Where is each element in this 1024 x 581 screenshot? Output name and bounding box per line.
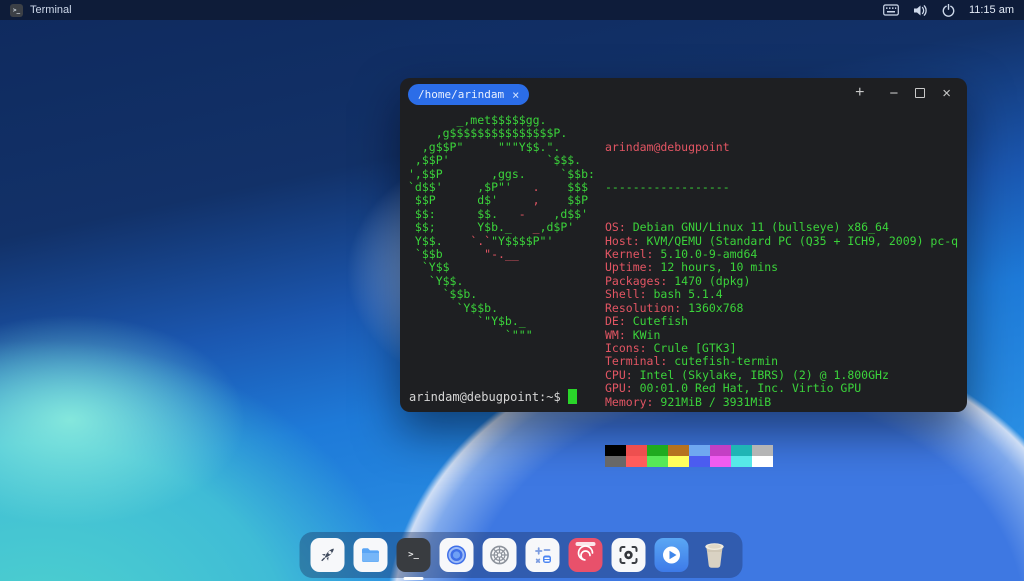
dock-item-screenshot[interactable] [612, 538, 646, 572]
dock-item-launcher[interactable] [311, 538, 345, 572]
dock-item-trash[interactable] [698, 538, 732, 572]
settings-wheel-icon [483, 538, 517, 572]
minimize-button[interactable]: − [889, 86, 898, 101]
terminal-content[interactable]: _,met$$$$$gg. ,g$$$$$$$$$$$$$$$P. ,g$$P"… [400, 110, 967, 494]
dock-item-video-player[interactable] [655, 538, 689, 572]
prompt-text: arindam@debugpoint:~$ [409, 390, 561, 404]
neofetch-field: WM: KWin [605, 329, 959, 342]
neofetch-field: Kernel: 5.10.0-9-amd64 [605, 248, 959, 261]
neofetch-field: GPU: 00:01.0 Red Hat, Inc. Virtio GPU [605, 382, 959, 395]
launcher-icon [311, 538, 345, 572]
neofetch-field: Icons: Crule [GTK3] [605, 342, 959, 355]
terminal-cursor [568, 389, 577, 404]
running-indicator [404, 577, 424, 580]
active-app: >_ Terminal [10, 4, 72, 17]
neofetch-field: Host: KVM/QEMU (Standard PC (Q35 + ICH9,… [605, 235, 959, 248]
neofetch-field: Terminal: cutefish-termin [605, 355, 959, 368]
neofetch-field: Packages: 1470 (dpkg) [605, 275, 959, 288]
terminal-icon: >_ [397, 538, 431, 572]
top-bar: >_ Terminal 11:15 am [0, 0, 1024, 20]
tab-close-icon[interactable]: × [512, 89, 519, 101]
debian-spiral-icon [569, 538, 603, 572]
folder-icon [354, 538, 388, 572]
dock-item-browser[interactable] [440, 538, 474, 572]
neofetch-separator: ------------------ [605, 181, 959, 194]
calculator-icon [526, 538, 560, 572]
terminal-window: /home/arindam × + − × _,met$$$$$gg. ,g$$… [400, 78, 967, 412]
clock[interactable]: 11:15 am [969, 4, 1014, 16]
terminal-color-palette [605, 445, 959, 467]
neofetch-field: Resolution: 1360x768 [605, 302, 959, 315]
dock-item-debian-installer[interactable] [569, 538, 603, 572]
dock-item-calculator[interactable] [526, 538, 560, 572]
shell-prompt[interactable]: arindam@debugpoint:~$ [409, 389, 577, 404]
neofetch-field: CPU: Intel (Skylake, IBRS) (2) @ 1.800GH… [605, 369, 959, 382]
keyboard-icon[interactable] [883, 4, 899, 16]
terminal-app-icon: >_ [10, 4, 23, 17]
maximize-button[interactable] [915, 88, 925, 98]
neofetch-field: Uptime: 12 hours, 10 mins [605, 261, 959, 274]
volume-icon[interactable] [913, 4, 928, 17]
screenshot-icon [612, 538, 646, 572]
video-player-icon [655, 538, 689, 572]
debian-ascii-logo: _,met$$$$$gg. ,g$$$$$$$$$$$$$$$P. ,g$$P"… [408, 114, 605, 494]
neofetch-field: OS: Debian GNU/Linux 11 (bullseye) x86_6… [605, 221, 959, 234]
trash-icon [698, 538, 732, 572]
close-button[interactable]: × [942, 86, 951, 101]
desktop-wallpaper: >_ Terminal 11:15 am /home/arindam × + [0, 0, 1024, 581]
browser-icon [440, 538, 474, 572]
neofetch-field: Shell: bash 5.1.4 [605, 288, 959, 301]
neofetch-info: arindam@debugpoint ------------------ OS… [605, 114, 959, 494]
dock: >_ [300, 532, 743, 578]
dock-item-terminal[interactable]: >_ [397, 538, 431, 572]
neofetch-user-host: arindam@debugpoint [605, 141, 959, 154]
tab-label: /home/arindam [418, 88, 504, 101]
window-titlebar[interactable]: /home/arindam × + − × [400, 78, 967, 110]
new-tab-button[interactable]: + [855, 85, 864, 101]
neofetch-fields: OS: Debian GNU/Linux 11 (bullseye) x86_6… [605, 221, 959, 409]
active-app-title: Terminal [30, 4, 72, 16]
power-icon[interactable] [942, 4, 955, 17]
dock-item-file-manager[interactable] [354, 538, 388, 572]
neofetch-field: Memory: 921MiB / 3931MiB [605, 396, 959, 409]
terminal-tab[interactable]: /home/arindam × [408, 84, 529, 105]
dock-item-settings[interactable] [483, 538, 517, 572]
neofetch-field: DE: Cutefish [605, 315, 959, 328]
